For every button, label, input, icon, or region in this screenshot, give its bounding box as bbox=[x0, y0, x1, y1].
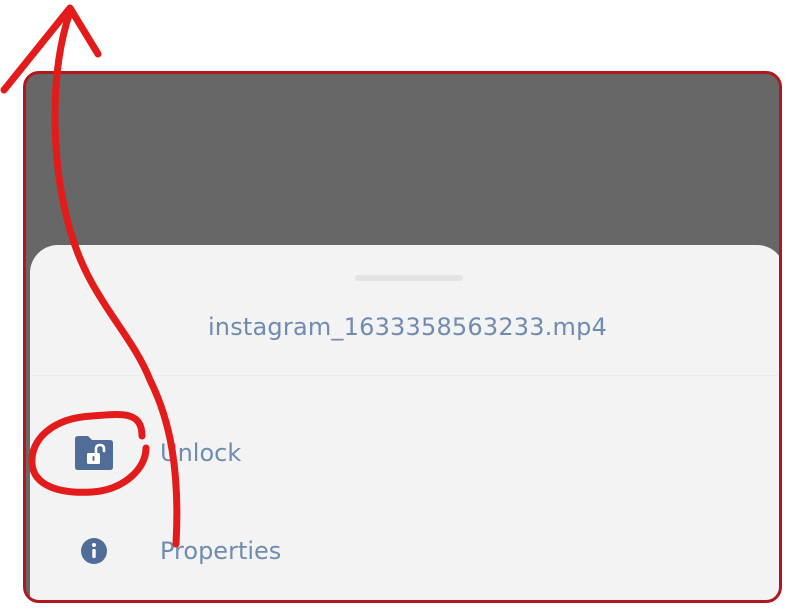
phone-frame: instagram_1633358563233.mp4 Unlock Prope… bbox=[23, 71, 782, 603]
menu-item-label: Unlock bbox=[160, 439, 242, 467]
unlock-folder-icon bbox=[72, 431, 116, 475]
screenshot-stage: instagram_1633358563233.mp4 Unlock Prope… bbox=[0, 0, 785, 608]
menu-item-label: Properties bbox=[160, 537, 282, 565]
info-icon bbox=[72, 529, 116, 573]
sheet-title: instagram_1633358563233.mp4 bbox=[207, 313, 608, 341]
menu-item-properties[interactable]: Properties bbox=[30, 511, 779, 591]
menu-item-unlock[interactable]: Unlock bbox=[30, 413, 779, 493]
divider bbox=[30, 375, 779, 376]
bottom-sheet: instagram_1633358563233.mp4 Unlock Prope… bbox=[30, 245, 779, 600]
drag-handle[interactable] bbox=[355, 275, 463, 281]
